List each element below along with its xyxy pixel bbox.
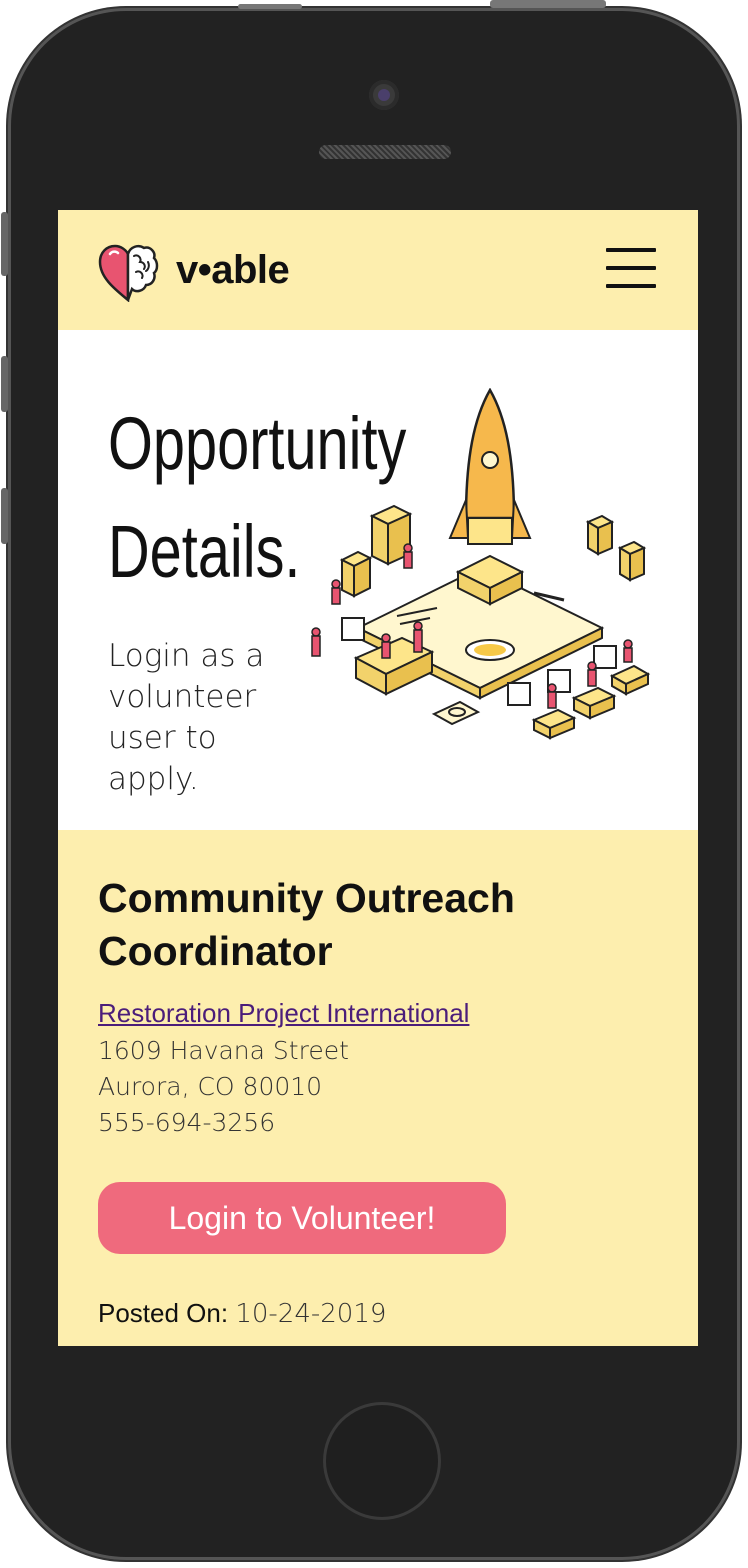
posted-on-label: Posted On: [98, 1298, 229, 1328]
hero-section: Opportunity Details. Login as a voluntee… [58, 330, 698, 830]
front-camera [369, 80, 399, 110]
address-street: 1609 Havana Street [98, 1036, 349, 1065]
vable-logo-icon[interactable] [96, 242, 160, 302]
posted-on: Posted On: 10-24-2019 [98, 1298, 386, 1329]
organization-link[interactable]: Restoration Project International [98, 998, 469, 1029]
brand-name[interactable]: v•able [176, 248, 290, 293]
phone-number: 555-694-3256 [98, 1108, 276, 1137]
navbar: v•able [58, 210, 698, 330]
opportunity-title: Community Outreach Coordinator [98, 875, 515, 974]
hero-subtitle: Login as a volunteer user to apply. [108, 638, 265, 797]
power-button [490, 0, 606, 8]
posted-date: 10-24-2019 [235, 1299, 387, 1329]
screen: v•able Opportunity Details. Login as a v… [58, 210, 698, 1346]
rocket-launch-illustration [311, 388, 651, 740]
top-button [238, 4, 302, 9]
volume-up-button [1, 356, 8, 412]
login-to-volunteer-button[interactable]: Login to Volunteer! [98, 1182, 506, 1254]
address-city: Aurora, CO 80010 [98, 1072, 323, 1101]
volume-down-button [1, 488, 8, 544]
home-button[interactable] [323, 1402, 441, 1520]
earpiece-speaker [319, 145, 451, 159]
hamburger-menu-icon[interactable] [606, 246, 658, 290]
mute-switch [1, 212, 8, 276]
opportunity-details: Community Outreach Coordinator Restorati… [58, 830, 698, 1346]
